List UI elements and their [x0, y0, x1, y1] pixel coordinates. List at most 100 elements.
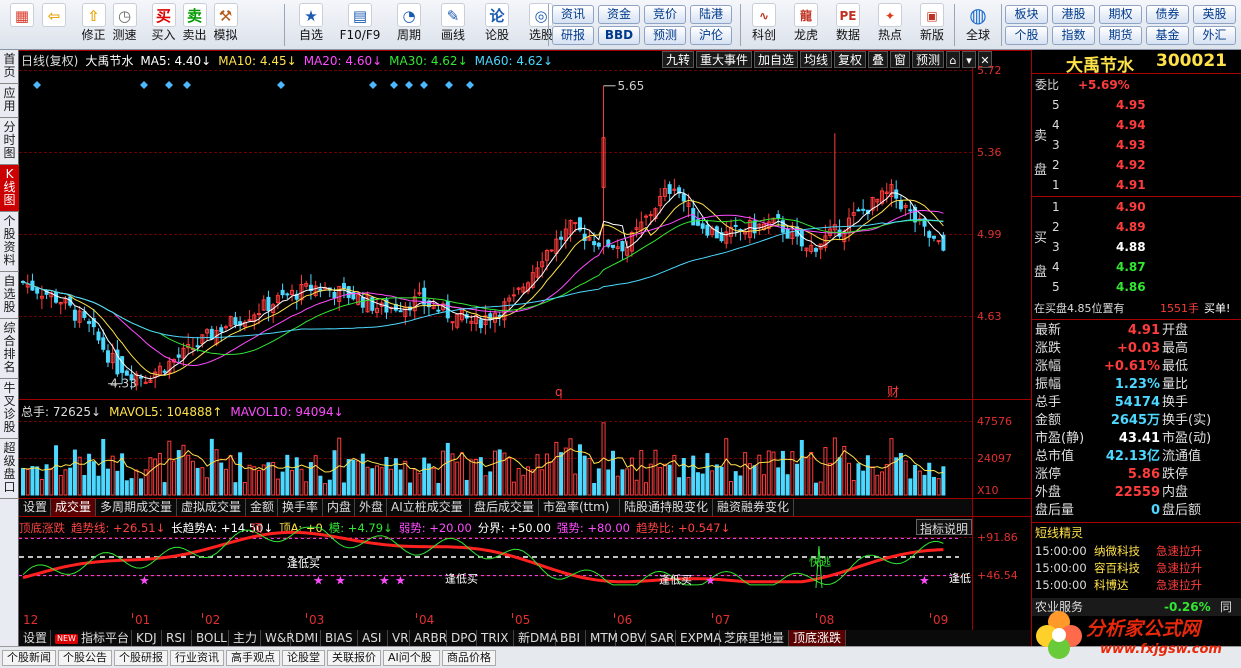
toolbar-info-3-button[interactable]: 陆港	[690, 5, 732, 24]
event-diamond-icon[interactable]	[420, 81, 428, 89]
toolbar-market-1-button[interactable]: 港股	[1052, 5, 1095, 24]
toolbar-market-9-button[interactable]: 外汇	[1193, 26, 1236, 45]
vtab-8[interactable]: 超级盘口	[0, 439, 19, 499]
news-row[interactable]: 15:00:00 容百科技 急速拉升	[1032, 559, 1241, 577]
event-diamond-icon[interactable]	[405, 81, 413, 89]
toolbar-info-5-button[interactable]: BBD	[598, 26, 640, 45]
toolbar-market-4-button[interactable]: 英股	[1193, 5, 1236, 24]
vtab-5[interactable]: 自选股	[0, 272, 19, 319]
vtab-7[interactable]: 牛叉诊股	[0, 379, 19, 439]
bottom-tab-18[interactable]: SAR	[646, 630, 676, 647]
bottom-tab-7[interactable]: DMI	[291, 630, 321, 647]
toolbar-info-1-button[interactable]: 资金	[598, 5, 640, 24]
bottom-tab-19[interactable]: EXPMA	[676, 630, 722, 647]
subtabs-tab-12[interactable]: 融资融券变化	[713, 499, 794, 516]
sell-level-row[interactable]: 4 4.94	[1032, 116, 1241, 134]
bottom-tab-1[interactable]: NEW 指标平台	[51, 630, 132, 647]
buy-level-row[interactable]: 4 4.87	[1032, 258, 1241, 276]
toolbar-info-6-button[interactable]: 预测	[644, 26, 686, 45]
toolbar-windows-button[interactable]: ▦	[6, 2, 38, 48]
sell-level-row[interactable]: 5 4.95	[1032, 96, 1241, 114]
subtabs-tab-2[interactable]: 多周期成交量	[96, 499, 177, 516]
indicator-plot[interactable]: ★ ★ ★ ★ ★ ★ ★逢低买逢低买 逢低买快逃逢低顶	[19, 516, 972, 627]
vtab-6[interactable]: 综合排名	[0, 319, 19, 379]
bottom-tab-2[interactable]: KDJ	[132, 630, 162, 647]
event-diamond-icon[interactable]	[390, 81, 398, 89]
status-tab-1[interactable]: 个股公告	[58, 650, 112, 666]
toolbar-market-3-button[interactable]: 债券	[1146, 5, 1189, 24]
toolbar-market-2-button[interactable]: 期权	[1099, 5, 1142, 24]
status-tab-3[interactable]: 行业资讯	[170, 650, 224, 666]
bottom-tab-0[interactable]: 设置	[19, 630, 51, 647]
toolbar-forum-button[interactable]: 论论股	[478, 2, 516, 48]
bottom-tab-16[interactable]: MTM	[586, 630, 618, 647]
buy-level-row[interactable]: 5 4.86	[1032, 278, 1241, 296]
toolbar-back-arrow-button[interactable]: ⇦	[38, 2, 70, 48]
toolbar-sell-button[interactable]: 卖卖出	[179, 2, 210, 48]
volume-plot[interactable]	[19, 399, 972, 498]
vtab-4[interactable]: 个股资料	[0, 212, 19, 272]
event-diamond-icon[interactable]	[33, 81, 41, 89]
toolbar-market-8-button[interactable]: 基金	[1146, 26, 1189, 45]
bottom-tab-5[interactable]: 主力	[229, 630, 261, 647]
status-tab-8[interactable]: 商品价格	[442, 650, 496, 666]
news-row[interactable]: 15:00:00 科博达 急速拉升	[1032, 576, 1241, 594]
toolbar-clock-button[interactable]: ◷ 测速	[109, 2, 140, 48]
toolbar-market-7-button[interactable]: 期货	[1099, 26, 1142, 45]
bottom-tab-21[interactable]: 顶底涨跌	[789, 630, 846, 647]
status-tab-6[interactable]: 关联报价	[327, 650, 381, 666]
toolbar-info-0-button[interactable]: 资讯	[552, 5, 594, 24]
event-diamond-icon[interactable]	[466, 81, 474, 89]
toolbar-global-button[interactable]: ◍ 全球	[958, 2, 998, 48]
vtab-1[interactable]: 应用	[0, 84, 19, 118]
bottom-tab-15[interactable]: BBI	[556, 630, 586, 647]
status-tab-5[interactable]: 论股堂	[282, 650, 325, 666]
bottom-tab-3[interactable]: RSI	[162, 630, 192, 647]
toolbar-kechuang-button[interactable]: ∿ 科创	[744, 2, 784, 48]
subtabs-tab-8[interactable]: AI立桩成交量	[387, 499, 470, 516]
toolbar-buy-button[interactable]: 买买入	[148, 2, 179, 48]
subtabs-tab-0[interactable]: 设置	[19, 499, 51, 516]
event-diamond-icon[interactable]	[140, 81, 148, 89]
toolbar-market-0-button[interactable]: 板块	[1005, 5, 1048, 24]
news-row[interactable]: 15:00:00 纳微科技 急速拉升	[1032, 542, 1241, 560]
bottom-tab-13[interactable]: TRIX	[477, 630, 514, 647]
event-diamond-icon[interactable]	[165, 81, 173, 89]
status-tab-7[interactable]: AI问个股	[383, 650, 440, 666]
subtabs-tab-7[interactable]: 外盘	[355, 499, 387, 516]
toolbar-pe-button[interactable]: PE 数据	[828, 2, 868, 48]
toolbar-period-button[interactable]: ◔ 周期	[390, 2, 428, 48]
bottom-tab-6[interactable]: W&R	[261, 630, 295, 647]
vtab-2[interactable]: 分时图	[0, 118, 19, 165]
subtabs-tab-3[interactable]: 虚拟成交量	[177, 499, 246, 516]
sell-level-row[interactable]: 1 4.91	[1032, 176, 1241, 194]
subtabs-tab-1[interactable]: 成交量	[51, 499, 96, 516]
sell-level-row[interactable]: 3 4.93	[1032, 136, 1241, 154]
bottom-tab-4[interactable]: BOLL	[192, 630, 229, 647]
event-diamond-icon[interactable]	[183, 81, 191, 89]
toolbar-hot-button[interactable]: ✦ 热点	[870, 2, 910, 48]
bottom-tab-8[interactable]: BIAS	[321, 630, 358, 647]
toolbar-new-version-button[interactable]: ▣ 新版	[912, 2, 952, 48]
toolbar-star-button[interactable]: ★ 自选	[292, 2, 330, 48]
status-tab-0[interactable]: 个股新闻	[2, 650, 56, 666]
subtabs-tab-11[interactable]: 陆股通持股变化	[620, 499, 713, 516]
subtabs-tab-4[interactable]: 金额	[246, 499, 278, 516]
buy-level-row[interactable]: 3 4.88	[1032, 238, 1241, 256]
toolbar-f10-button[interactable]: ▤ F10/F9	[336, 2, 384, 48]
buy-level-row[interactable]: 2 4.89	[1032, 218, 1241, 236]
bottom-tab-12[interactable]: DPO	[447, 630, 477, 647]
toolbar-dragon-tiger-button[interactable]: 龍龙虎	[786, 2, 826, 48]
subtabs-tab-5[interactable]: 换手率	[278, 499, 323, 516]
event-diamond-icon[interactable]	[369, 81, 377, 89]
toolbar-pencil-button[interactable]: ✎ 画线	[434, 2, 472, 48]
bottom-tab-10[interactable]: VR	[388, 630, 410, 647]
vtab-3[interactable]: K线图	[0, 165, 19, 212]
toolbar-market-6-button[interactable]: 指数	[1052, 26, 1095, 45]
bottom-tab-11[interactable]: ARBR	[410, 630, 447, 647]
sell-level-row[interactable]: 2 4.92	[1032, 156, 1241, 174]
toolbar-info-4-button[interactable]: 研报	[552, 26, 594, 45]
buy-level-row[interactable]: 1 4.90	[1032, 198, 1241, 216]
subtabs-tab-6[interactable]: 内盘	[323, 499, 355, 516]
bottom-tab-9[interactable]: ASI	[358, 630, 388, 647]
